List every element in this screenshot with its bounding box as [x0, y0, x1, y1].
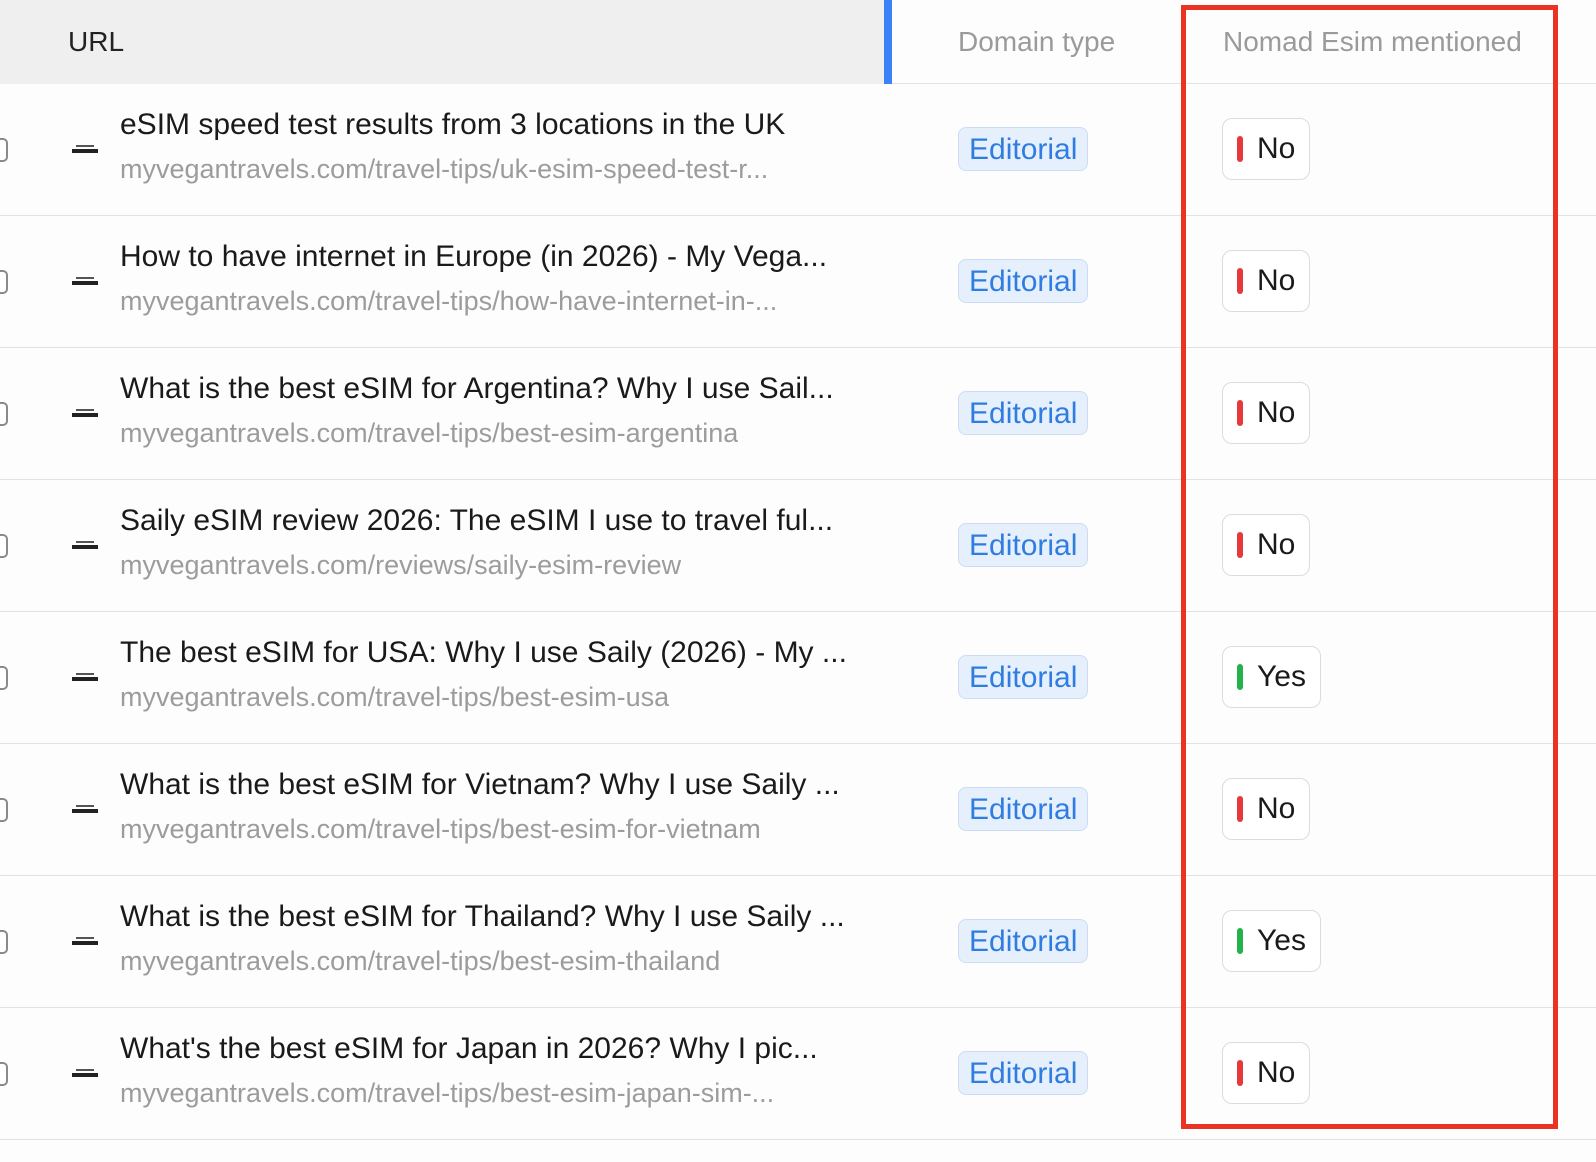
row-checkbox[interactable]: [0, 666, 8, 690]
row-url: myvegantravels.com/travel-tips/best-esim…: [120, 946, 721, 976]
column-resize-handle[interactable]: [884, 0, 892, 84]
row-url: myvegantravels.com/travel-tips/how-have-…: [120, 286, 778, 316]
mention-status-text: No: [1257, 792, 1296, 825]
url-column-header[interactable]: URL: [0, 0, 886, 84]
results-table: URL Domain type Nomad Esim mentioned eSI…: [0, 0, 1596, 1162]
domain-type-badge: Editorial: [958, 655, 1089, 699]
table-row[interactable]: What is the best eSIM for Vietnam? Why I…: [0, 744, 1596, 876]
no-status-indicator: [1237, 268, 1243, 294]
row-checkbox[interactable]: [0, 1062, 8, 1086]
mention-status-text: No: [1257, 1056, 1296, 1089]
row-title-link[interactable]: What is the best eSIM for Thailand? Why …: [120, 900, 845, 934]
no-status-indicator: [1237, 1060, 1243, 1086]
row-title-link[interactable]: What is the best eSIM for Vietnam? Why I…: [120, 768, 840, 802]
table-row[interactable]: How to have internet in Europe (in 2026)…: [0, 216, 1596, 348]
yes-status-indicator: [1237, 928, 1243, 954]
yes-status-indicator: [1237, 664, 1243, 690]
domain-type-badge: Editorial: [958, 127, 1089, 171]
row-url: myvegantravels.com/reviews/saily-esim-re…: [120, 550, 682, 580]
myvegantravels-logo-icon: [70, 1060, 100, 1086]
row-url: myvegantravels.com/travel-tips/best-esim…: [120, 814, 761, 844]
row-title-link[interactable]: What is the best eSIM for Argentina? Why…: [120, 372, 834, 406]
mention-status-badge: No: [1222, 250, 1311, 312]
domain-type-badge: Editorial: [958, 787, 1089, 831]
row-checkbox[interactable]: [0, 270, 8, 294]
mention-status-text: No: [1257, 132, 1296, 165]
no-status-indicator: [1237, 400, 1243, 426]
row-title-link[interactable]: Saily eSIM review 2026: The eSIM I use t…: [120, 504, 833, 538]
mention-status-badge: No: [1222, 118, 1311, 180]
no-status-indicator: [1237, 532, 1243, 558]
myvegantravels-logo-icon: [70, 532, 100, 558]
table-row[interactable]: What's the best eSIM for Japan in 2026? …: [0, 1008, 1596, 1140]
row-checkbox[interactable]: [0, 930, 8, 954]
myvegantravels-logo-icon: [70, 796, 100, 822]
row-title-link[interactable]: eSIM speed test results from 3 locations…: [120, 108, 785, 142]
domain-type-badge: Editorial: [958, 259, 1089, 303]
mention-status-text: Yes: [1257, 660, 1306, 693]
row-checkbox[interactable]: [0, 138, 8, 162]
row-title-link[interactable]: What's the best eSIM for Japan in 2026? …: [120, 1032, 818, 1066]
row-title-link[interactable]: How to have internet in Europe (in 2026)…: [120, 240, 827, 274]
url-column-label: URL: [68, 26, 125, 57]
mention-status-badge: Yes: [1222, 910, 1321, 972]
mention-status-text: No: [1257, 396, 1296, 429]
mention-status-badge: No: [1222, 382, 1311, 444]
no-status-indicator: [1237, 136, 1243, 162]
myvegantravels-logo-icon: [70, 928, 100, 954]
row-url: myvegantravels.com/travel-tips/best-esim…: [120, 1078, 775, 1108]
domain-type-badge: Editorial: [958, 919, 1089, 963]
domain-type-badge: Editorial: [958, 1051, 1089, 1095]
mention-status-text: No: [1257, 264, 1296, 297]
row-url: myvegantravels.com/travel-tips/best-esim…: [120, 418, 739, 448]
mention-status-badge: No: [1222, 778, 1311, 840]
row-url: myvegantravels.com/travel-tips/best-esim…: [120, 682, 670, 712]
domain-type-badge: Editorial: [958, 391, 1089, 435]
table-header: URL Domain type Nomad Esim mentioned: [0, 0, 1596, 84]
myvegantravels-logo-icon: [70, 664, 100, 690]
myvegantravels-logo-icon: [70, 400, 100, 426]
row-title-link[interactable]: The best eSIM for USA: Why I use Saily (…: [120, 636, 847, 670]
table-row[interactable]: eSIM speed test results from 3 locations…: [0, 84, 1596, 216]
domain-type-column-header[interactable]: Domain type: [958, 26, 1115, 58]
myvegantravels-logo-icon: [70, 136, 100, 162]
table-row[interactable]: What is the best eSIM for Argentina? Why…: [0, 348, 1596, 480]
myvegantravels-logo-icon: [70, 268, 100, 294]
table-row[interactable]: What is the best eSIM for Thailand? Why …: [0, 876, 1596, 1008]
mention-status-badge: No: [1222, 514, 1311, 576]
table-row[interactable]: Saily eSIM review 2026: The eSIM I use t…: [0, 480, 1596, 612]
mention-status-badge: No: [1222, 1042, 1311, 1104]
mention-status-badge: Yes: [1222, 646, 1321, 708]
mention-status-text: No: [1257, 528, 1296, 561]
nomad-esim-mentioned-column-header[interactable]: Nomad Esim mentioned: [1223, 26, 1522, 58]
row-checkbox[interactable]: [0, 534, 8, 558]
row-checkbox[interactable]: [0, 798, 8, 822]
no-status-indicator: [1237, 796, 1243, 822]
table-row[interactable]: The best eSIM for USA: Why I use Saily (…: [0, 612, 1596, 744]
row-checkbox[interactable]: [0, 402, 8, 426]
row-url: myvegantravels.com/travel-tips/uk-esim-s…: [120, 154, 769, 184]
mention-status-text: Yes: [1257, 924, 1306, 957]
domain-type-badge: Editorial: [958, 523, 1089, 567]
